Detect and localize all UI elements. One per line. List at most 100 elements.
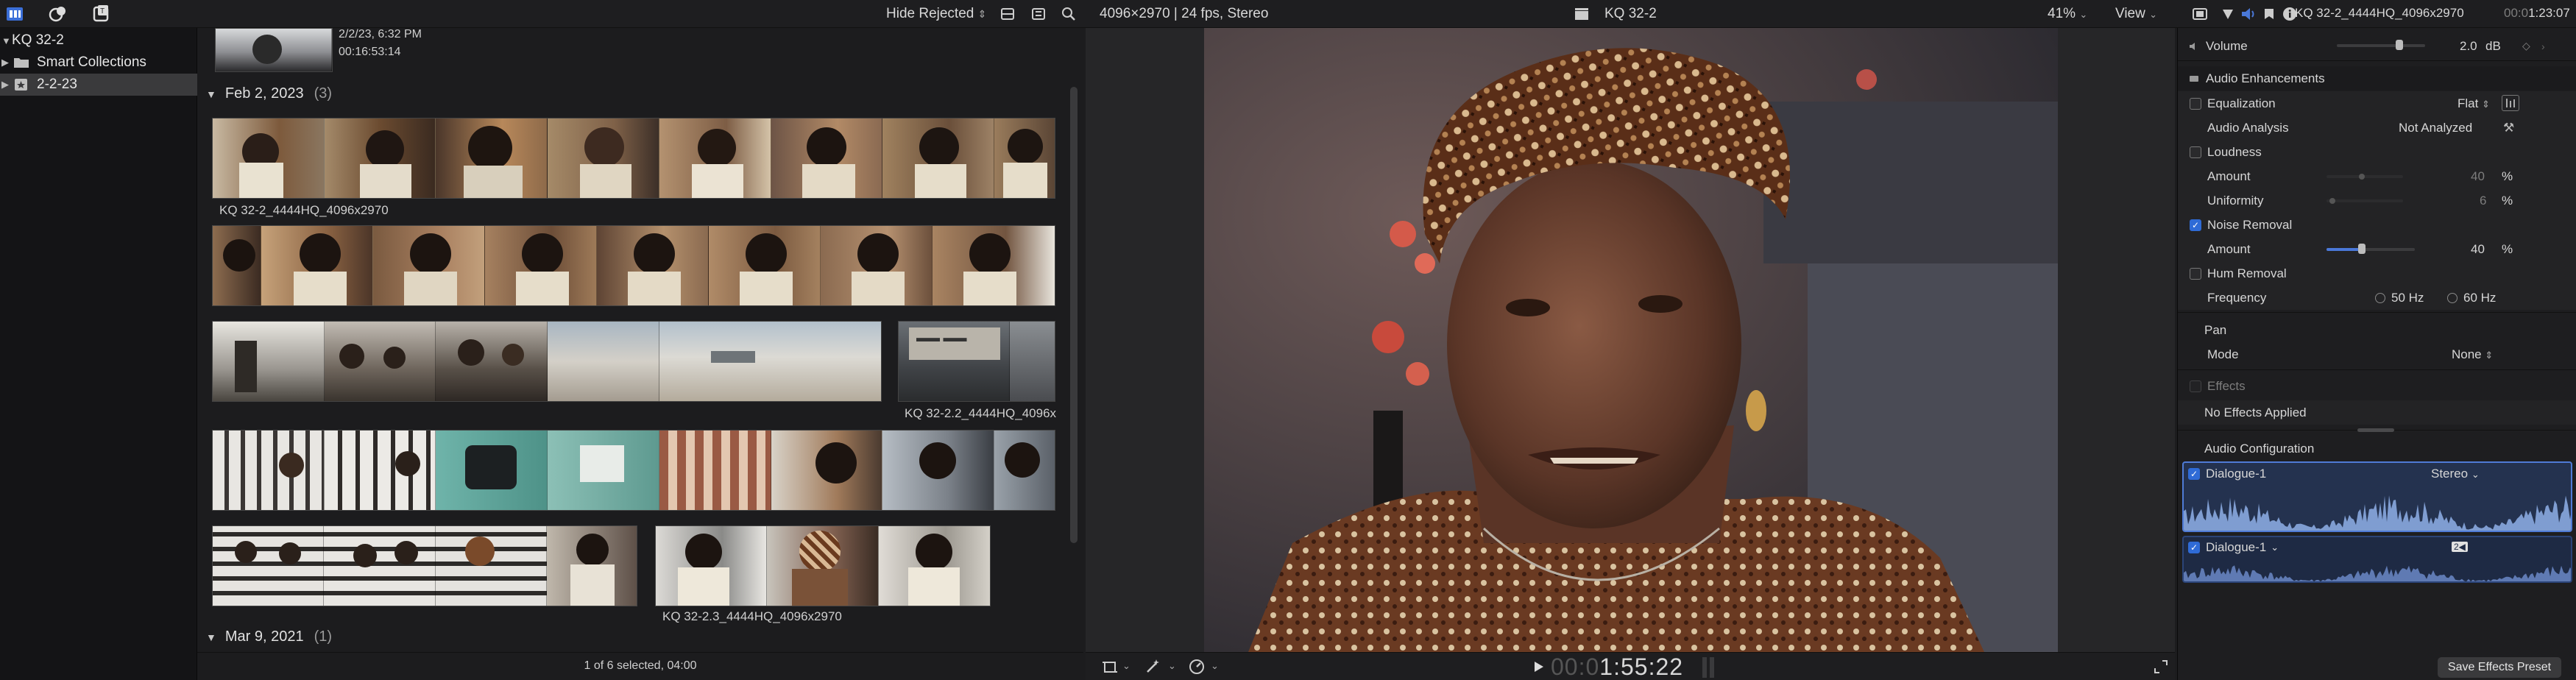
film-frame [436, 431, 548, 510]
waveform [2184, 565, 2571, 581]
component-checkbox[interactable]: ✓ [2188, 542, 2200, 553]
disclosure-closed-icon[interactable]: ▶ [1, 57, 12, 68]
chevron-down-icon[interactable]: ⌄ [1122, 660, 1130, 672]
filmstrip[interactable]: ▬▬ ▬▬ [898, 321, 1055, 402]
audio-inspector-icon[interactable] [2237, 3, 2260, 25]
amount-value[interactable]: 40 [2471, 169, 2485, 184]
audio-component[interactable]: ✓ Dialogue-1 ⌄ 2◀ [2182, 536, 2572, 583]
noise-amount-slider[interactable] [2326, 244, 2415, 254]
frequency-50[interactable]: 50 Hz [2391, 291, 2424, 305]
zoom-menu[interactable]: 41% ⌄ [2048, 6, 2087, 22]
video-frame[interactable] [1204, 28, 2058, 652]
keyframe-diamond-icon[interactable]: ◇ [2522, 40, 2530, 52]
hum-removal-checkbox[interactable] [2190, 267, 2201, 280]
effects-checkbox[interactable] [2190, 380, 2201, 392]
share-inspector-icon[interactable] [2258, 3, 2280, 25]
filmstrip[interactable] [655, 525, 991, 606]
search-icon[interactable] [1058, 3, 1080, 25]
inspector-clip-title: KQ 32-2_4444HQ_4096x2970 [2295, 6, 2464, 20]
clip-thumbnail[interactable] [215, 28, 333, 72]
eq-graph-icon[interactable] [2502, 95, 2519, 111]
sidebar-item-event[interactable]: ▶ 2-2-23 [0, 74, 197, 96]
channel-popup[interactable]: Stereo ⌄ [2431, 467, 2480, 481]
filmstrip[interactable] [212, 118, 1055, 199]
analyze-wand-icon[interactable]: ⚒ [2503, 121, 2514, 135]
uniformity-unit: % [2502, 193, 2513, 208]
amount-value[interactable]: 40 [2471, 242, 2485, 257]
speed-icon[interactable] [1186, 656, 1208, 678]
loudness-amount-slider[interactable] [2326, 174, 2403, 180]
loudness-checkbox[interactable] [2190, 146, 2201, 158]
slider-knob[interactable] [2396, 40, 2403, 50]
component-row: ✓ Dialogue-1 Stereo ⌄ [2184, 463, 2571, 485]
filmstrip[interactable] [212, 225, 1055, 306]
film-frame [213, 322, 325, 401]
pan-mode-popup[interactable]: None ⇕ [2452, 347, 2493, 362]
hide-rejected-filter[interactable]: Hide Rejected ⇕ [886, 6, 986, 22]
audio-enhancements-header[interactable]: Audio Enhancements [2178, 66, 2576, 91]
slider-knob[interactable] [2359, 174, 2365, 180]
section-header[interactable]: ▼ Mar 9, 2021 (1) [206, 628, 332, 645]
equalization-popup[interactable]: Flat ⇕ [2458, 96, 2490, 111]
clapper-icon [1571, 3, 1593, 25]
pan-header[interactable]: Pan [2178, 318, 2576, 342]
list-view-icon[interactable] [1027, 3, 1050, 25]
uniformity-slider[interactable] [2326, 198, 2403, 204]
clip-name[interactable]: KQ 32-2_4444HQ_4096x2970 [219, 203, 389, 218]
slider-knob[interactable] [2329, 198, 2335, 204]
component-checkbox[interactable]: ✓ [2188, 468, 2200, 480]
frequency-60[interactable]: 60 Hz [2463, 291, 2496, 305]
chevron-down-icon[interactable]: ⌄ [2271, 542, 2279, 553]
clip-appearance-icon[interactable] [997, 3, 1019, 25]
volume-value[interactable]: 2.0 [2460, 39, 2477, 54]
chevron-right-icon[interactable]: › [2541, 40, 2545, 52]
save-effects-preset-button[interactable]: Save Effects Preset [2438, 657, 2561, 678]
audio-component-selected[interactable]: ✓ Dialogue-1 Stereo ⌄ [2182, 461, 2572, 532]
disclosure-open-icon[interactable]: ▼ [1, 35, 12, 46]
filmstrip[interactable] [212, 430, 1055, 511]
volume-label: Volume [2206, 38, 2248, 53]
library-icon[interactable] [4, 3, 26, 25]
section-header[interactable]: ▼ Feb 2, 2023 (3) [206, 85, 332, 102]
sidebar-item-smart-collections[interactable]: ▶ Smart Collections [0, 52, 197, 74]
noise-removal-checkbox[interactable]: ✓ [2190, 219, 2201, 231]
radio-60hz[interactable] [2447, 293, 2458, 303]
transform-icon[interactable] [1099, 656, 1121, 678]
viewer-timecode[interactable]: 00:01:55:22 [1551, 654, 1683, 680]
volume-unit: dB [2485, 38, 2501, 53]
video-inspector-icon[interactable] [2189, 3, 2211, 25]
disclosure-open-icon[interactable]: ▼ [206, 631, 216, 643]
film-frame [485, 226, 597, 305]
titles-generators-icon[interactable]: T [90, 3, 112, 25]
enhance-wand-icon[interactable] [1142, 656, 1164, 678]
chevron-down-icon[interactable]: ⌄ [1211, 660, 1219, 672]
uniformity-value[interactable]: 6 [2480, 194, 2486, 208]
radio-50hz[interactable] [2375, 293, 2385, 303]
slider-knob[interactable] [2358, 244, 2366, 254]
library-row[interactable]: ▼ KQ 32-2 [0, 29, 197, 52]
resize-handle[interactable] [2357, 428, 2394, 432]
play-icon[interactable] [1530, 656, 1552, 679]
loudness-row: Loudness [2178, 140, 2576, 164]
disclosure-open-icon[interactable]: ▼ [206, 88, 216, 100]
chevron-down-icon[interactable]: ⌄ [1168, 660, 1176, 672]
view-menu[interactable]: View ⌄ [2115, 6, 2157, 22]
filmstrip[interactable] [212, 525, 637, 606]
color-inspector-icon[interactable] [2217, 3, 2239, 25]
browser-scrollbar[interactable] [1070, 87, 1078, 543]
folder-icon [13, 56, 29, 69]
clip-name[interactable]: KQ 32-2.2_4444HQ_4096x [905, 406, 1056, 421]
film-frame [213, 526, 325, 606]
equalization-checkbox[interactable] [2190, 97, 2201, 110]
disclosure-closed-icon[interactable]: ▶ [1, 79, 12, 91]
volume-slider[interactable] [2337, 40, 2425, 50]
clip-name[interactable]: KQ 32-2.3_4444HQ_4096x2970 [662, 609, 842, 624]
photos-audio-icon[interactable] [47, 3, 69, 25]
fullscreen-icon[interactable] [2150, 656, 2172, 678]
filmstrip[interactable] [212, 321, 882, 402]
film-frame [597, 226, 709, 305]
amount-label: Amount [2207, 169, 2251, 183]
film-frame [213, 226, 261, 305]
channel-badge: 2◀ [2452, 542, 2468, 552]
noise-removal-label: Noise Removal [2207, 217, 2293, 232]
